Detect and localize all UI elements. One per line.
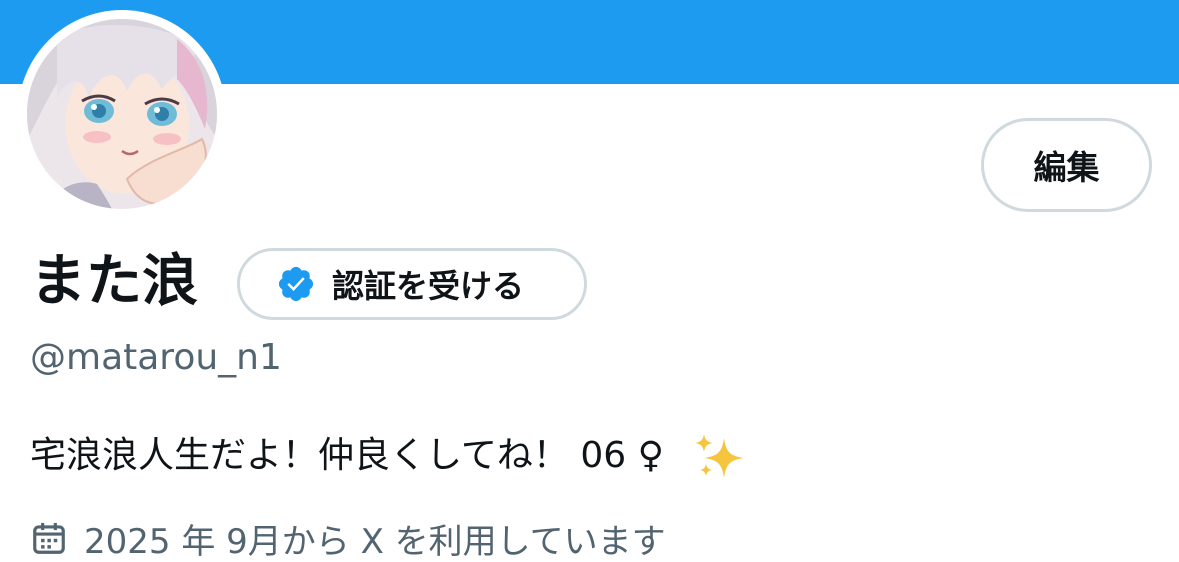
avatar-image (27, 19, 217, 209)
avatar-ring (18, 10, 226, 218)
bio: 宅浪浪人生だよ！仲良くしてね！ 06 ♀ (30, 426, 746, 486)
calendar-icon (33, 522, 65, 554)
avatar[interactable] (27, 19, 217, 209)
sparkles-emoji (694, 432, 746, 480)
join-date-text: 2025 年 9月から X を利用しています (84, 521, 666, 562)
display-name: また浪 (30, 249, 198, 314)
get-verified-button[interactable]: 認証を受ける (237, 248, 587, 320)
join-date: 2025 年 9月から X を利用しています (30, 512, 666, 562)
user-handle: @matarou_n1 (30, 337, 282, 378)
verified-badge-icon (278, 266, 314, 302)
bio-text: 宅浪浪人生だよ！仲良くしてね！ 06 ♀ (30, 435, 664, 476)
edit-profile-button[interactable]: 編集 (981, 118, 1152, 212)
get-verified-label: 認証を受ける (332, 267, 525, 305)
